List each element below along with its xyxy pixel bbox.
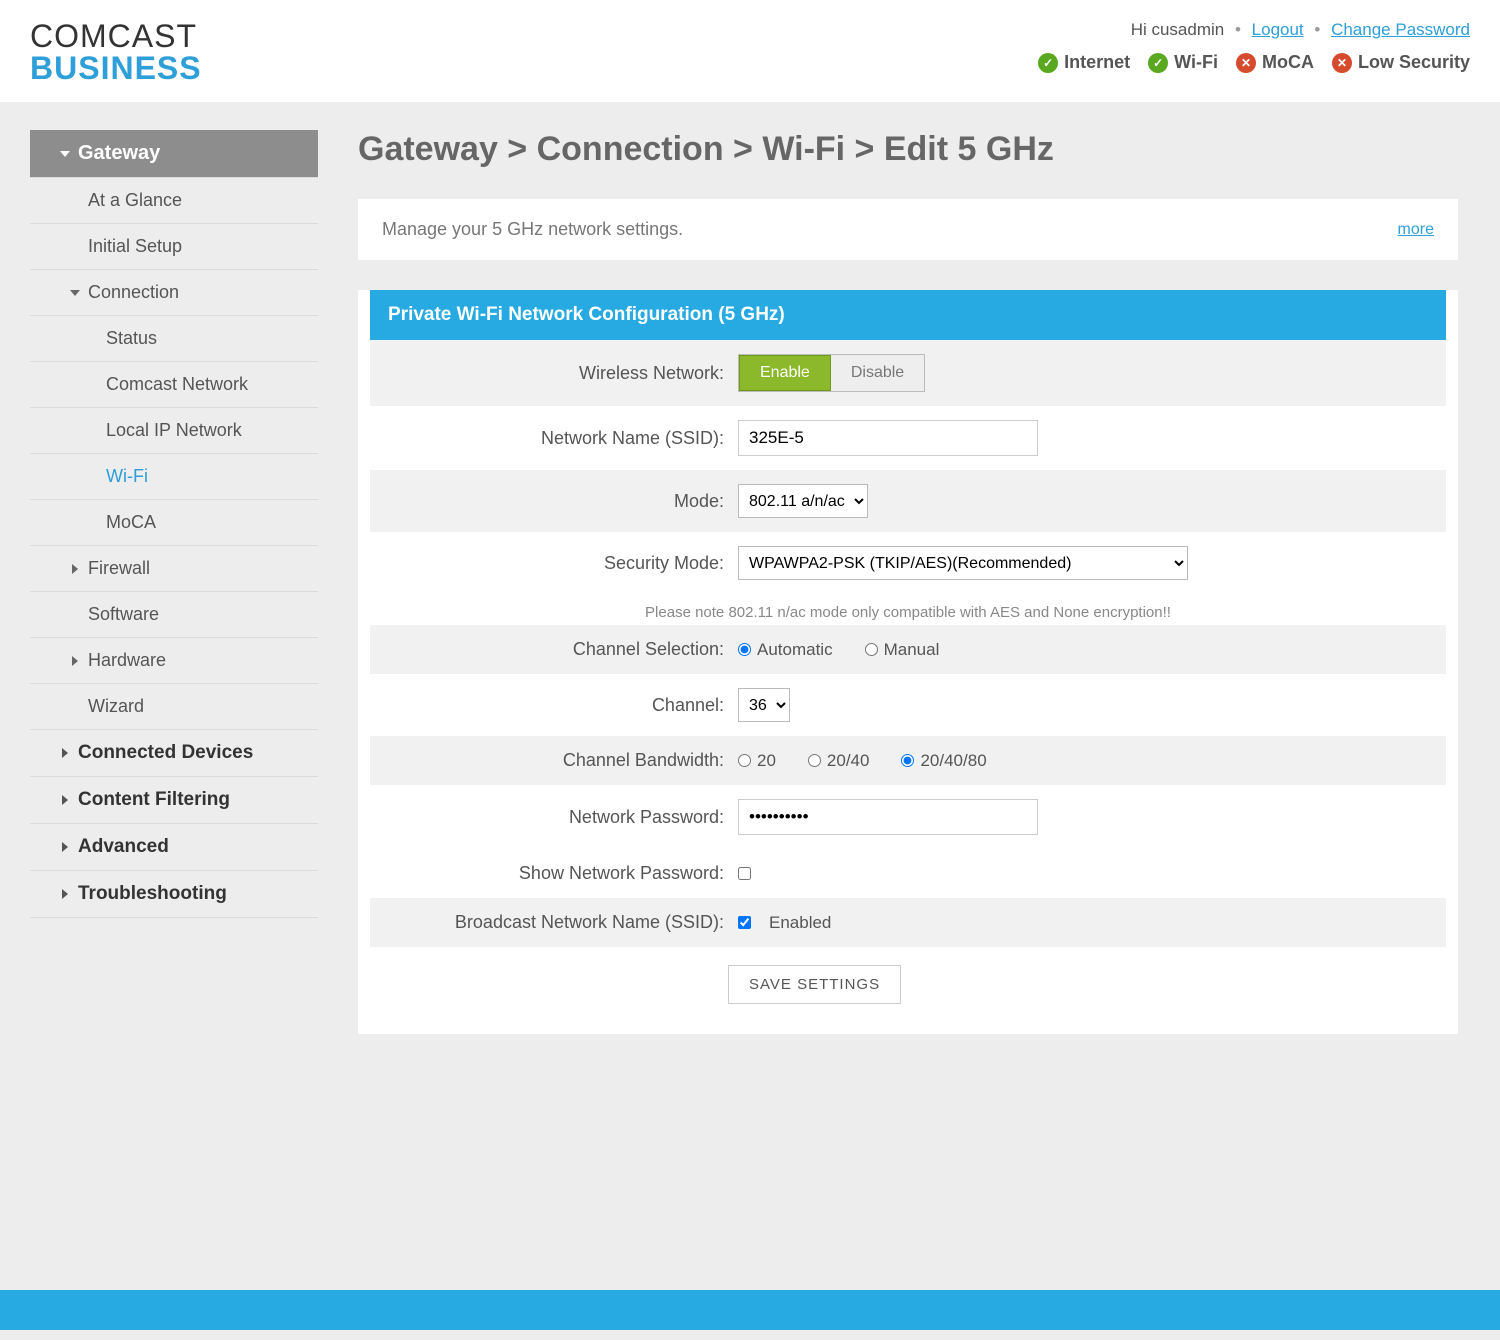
radio-label: Manual [884, 640, 940, 660]
enable-button[interactable]: Enable [739, 355, 831, 391]
radio-bw-2040-input[interactable] [808, 754, 821, 767]
sidebar-item-wifi[interactable]: Wi-Fi [30, 454, 318, 499]
channel-label: Channel: [388, 695, 738, 716]
ssid-input[interactable] [738, 420, 1038, 456]
sidebar-item-troubleshooting[interactable]: Troubleshooting [30, 871, 318, 917]
radio-bw-204080-input[interactable] [901, 754, 914, 767]
status-internet: ✓ Internet [1038, 52, 1130, 73]
ssid-label: Network Name (SSID): [388, 428, 738, 449]
radio-label: 20/40/80 [920, 751, 986, 771]
bandwidth-label: Channel Bandwidth: [388, 750, 738, 771]
channel-selection-label: Channel Selection: [388, 639, 738, 660]
disable-button[interactable]: Disable [831, 355, 924, 391]
sidebar-item-connected-devices[interactable]: Connected Devices [30, 730, 318, 776]
sidebar-item-content-filtering[interactable]: Content Filtering [30, 777, 318, 823]
sidebar-item-wizard[interactable]: Wizard [30, 684, 318, 729]
radio-bw-204080[interactable]: 20/40/80 [901, 751, 986, 771]
info-banner: Manage your 5 GHz network settings. more [358, 199, 1458, 260]
breadcrumb: Gateway > Connection > Wi-Fi > Edit 5 GH… [358, 130, 1458, 169]
radio-manual[interactable]: Manual [865, 640, 940, 660]
compatibility-note: Please note 802.11 n/ac mode only compat… [358, 594, 1458, 625]
security-label: Security Mode: [388, 553, 738, 574]
sidebar: Gateway At a Glance Initial Setup Connec… [30, 130, 318, 1034]
status-security: ✕ Low Security [1332, 52, 1470, 73]
radio-bw-2040[interactable]: 20/40 [808, 751, 870, 771]
x-icon: ✕ [1236, 53, 1256, 73]
wireless-network-label: Wireless Network: [388, 363, 738, 384]
radio-label: Automatic [757, 640, 833, 660]
sidebar-item-local-ip[interactable]: Local IP Network [30, 408, 318, 453]
panel-title: Private Wi-Fi Network Configuration (5 G… [370, 290, 1446, 340]
row-show-password: Show Network Password: [370, 849, 1446, 898]
radio-bw-20[interactable]: 20 [738, 751, 776, 771]
logo-bottom: BUSINESS [30, 52, 202, 84]
sidebar-item-firewall[interactable]: Firewall [30, 546, 318, 591]
banner-text: Manage your 5 GHz network settings. [382, 219, 683, 240]
radio-label: 20 [757, 751, 776, 771]
sidebar-item-initial-setup[interactable]: Initial Setup [30, 224, 318, 269]
logout-link[interactable]: Logout [1252, 20, 1304, 39]
user-row: Hi cusadmin • Logout • Change Password [1038, 20, 1470, 40]
radio-bw-20-input[interactable] [738, 754, 751, 767]
wireless-toggle: Enable Disable [738, 354, 925, 392]
save-settings-button[interactable]: SAVE SETTINGS [728, 965, 901, 1004]
sidebar-item-hardware[interactable]: Hardware [30, 638, 318, 683]
row-security: Security Mode: WPAWPA2-PSK (TKIP/AES)(Re… [370, 532, 1446, 594]
row-channel-selection: Channel Selection: Automatic Manual [370, 625, 1446, 674]
status-label: Low Security [1358, 52, 1470, 73]
header: COMCAST BUSINESS Hi cusadmin • Logout • … [0, 0, 1500, 102]
check-icon: ✓ [1038, 53, 1058, 73]
radio-automatic-input[interactable] [738, 643, 751, 656]
radio-automatic[interactable]: Automatic [738, 640, 833, 660]
separator: • [1229, 20, 1247, 39]
row-wireless-network: Wireless Network: Enable Disable [370, 340, 1446, 406]
greeting-text: Hi cusadmin [1131, 20, 1225, 39]
show-password-checkbox[interactable] [738, 867, 751, 880]
status-label: Wi-Fi [1174, 52, 1218, 73]
more-link[interactable]: more [1398, 221, 1434, 239]
row-password: Network Password: [370, 785, 1446, 849]
broadcast-label: Broadcast Network Name (SSID): [388, 912, 738, 933]
status-label: MoCA [1262, 52, 1314, 73]
row-mode: Mode: 802.11 a/n/ac [370, 470, 1446, 532]
footer-bar [0, 1290, 1500, 1330]
check-icon: ✓ [1148, 53, 1168, 73]
row-bandwidth: Channel Bandwidth: 20 20/40 20/40/80 [370, 736, 1446, 785]
status-label: Internet [1064, 52, 1130, 73]
sidebar-item-gateway[interactable]: Gateway [30, 130, 318, 177]
main-content: Gateway > Connection > Wi-Fi > Edit 5 GH… [358, 130, 1458, 1034]
sidebar-item-connection[interactable]: Connection [30, 270, 318, 315]
status-wifi: ✓ Wi-Fi [1148, 52, 1218, 73]
sidebar-item-at-a-glance[interactable]: At a Glance [30, 178, 318, 223]
password-label: Network Password: [388, 807, 738, 828]
sidebar-item-status[interactable]: Status [30, 316, 318, 361]
show-password-label: Show Network Password: [388, 863, 738, 884]
password-input[interactable] [738, 799, 1038, 835]
status-moca: ✕ MoCA [1236, 52, 1314, 73]
logo: COMCAST BUSINESS [30, 20, 202, 84]
row-ssid: Network Name (SSID): [370, 406, 1446, 470]
row-channel: Channel: 36 [370, 674, 1446, 736]
config-panel: Private Wi-Fi Network Configuration (5 G… [358, 290, 1458, 1034]
separator: • [1308, 20, 1326, 39]
mode-select[interactable]: 802.11 a/n/ac [738, 484, 868, 518]
sidebar-item-advanced[interactable]: Advanced [30, 824, 318, 870]
x-icon: ✕ [1332, 53, 1352, 73]
status-row: ✓ Internet ✓ Wi-Fi ✕ MoCA ✕ Low Security [1038, 52, 1470, 73]
sidebar-item-software[interactable]: Software [30, 592, 318, 637]
sidebar-item-comcast-network[interactable]: Comcast Network [30, 362, 318, 407]
broadcast-checkbox[interactable] [738, 916, 751, 929]
mode-label: Mode: [388, 491, 738, 512]
row-broadcast: Broadcast Network Name (SSID): Enabled [370, 898, 1446, 947]
change-password-link[interactable]: Change Password [1331, 20, 1470, 39]
radio-manual-input[interactable] [865, 643, 878, 656]
logo-top: COMCAST [30, 20, 202, 52]
broadcast-enabled-text: Enabled [769, 913, 831, 933]
channel-select[interactable]: 36 [738, 688, 790, 722]
radio-label: 20/40 [827, 751, 870, 771]
sidebar-item-moca[interactable]: MoCA [30, 500, 318, 545]
security-select[interactable]: WPAWPA2-PSK (TKIP/AES)(Recommended) [738, 546, 1188, 580]
